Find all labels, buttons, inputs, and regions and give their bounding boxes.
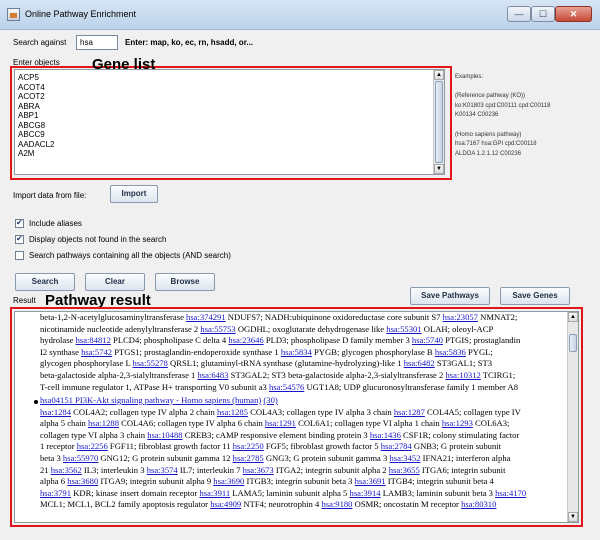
example-line: ko:K01803 cpd:C00111 cpd:C00118 <box>455 102 551 109</box>
and-search-label: Search pathways containing all the objec… <box>29 251 231 260</box>
search-hint: Enter: map, ko, ec, rn, hsadd, or... <box>125 38 254 47</box>
example-line: Examples: <box>455 74 484 80</box>
checkmark-icon: ✔ <box>16 218 23 227</box>
minimize-button[interactable]: — <box>507 6 531 22</box>
save-pathways-button[interactable]: Save Pathways <box>410 287 490 305</box>
include-aliases-label: Include aliases <box>29 219 82 228</box>
window-title: Online Pathway Enrichment <box>25 9 137 19</box>
example-line: K00134 C00236 <box>455 112 499 119</box>
clear-button[interactable]: Clear <box>85 273 145 291</box>
result-label: Result <box>13 296 36 305</box>
browse-button[interactable]: Browse <box>155 273 215 291</box>
search-button[interactable]: Search <box>15 273 75 291</box>
maximize-button[interactable]: ☐ <box>531 6 555 22</box>
display-not-found-label: Display objects not found in the search <box>29 235 167 244</box>
close-button[interactable]: ✕ <box>555 6 592 22</box>
title-bar: Online Pathway Enrichment — ☐ ✕ <box>0 0 600 30</box>
example-line: ALDOA 1.2.1.12 C00236 <box>455 150 522 157</box>
and-search-checkbox[interactable] <box>15 251 24 260</box>
import-button[interactable]: Import <box>110 185 158 203</box>
organism-input[interactable]: hsa <box>76 35 118 50</box>
example-line: (Homo sapiens pathway) <box>455 131 522 138</box>
import-label: Import data from file: <box>13 191 87 200</box>
save-genes-button[interactable]: Save Genes <box>500 287 570 305</box>
example-line: hsa:7167 hsa:GPI cpd:C00118 <box>455 141 537 148</box>
checkmark-icon: ✔ <box>16 234 23 243</box>
search-against-label: Search against <box>13 38 67 47</box>
pathway-result-highlight <box>10 307 583 527</box>
java-app-icon <box>7 8 20 21</box>
example-line: (Reference pathway (KO)) <box>455 93 526 100</box>
gene-list-annotation: Gene list <box>92 56 156 73</box>
gene-list-highlight <box>10 66 452 180</box>
include-aliases-checkbox[interactable]: ✔ <box>15 218 24 228</box>
display-not-found-checkbox[interactable]: ✔ <box>15 234 24 244</box>
